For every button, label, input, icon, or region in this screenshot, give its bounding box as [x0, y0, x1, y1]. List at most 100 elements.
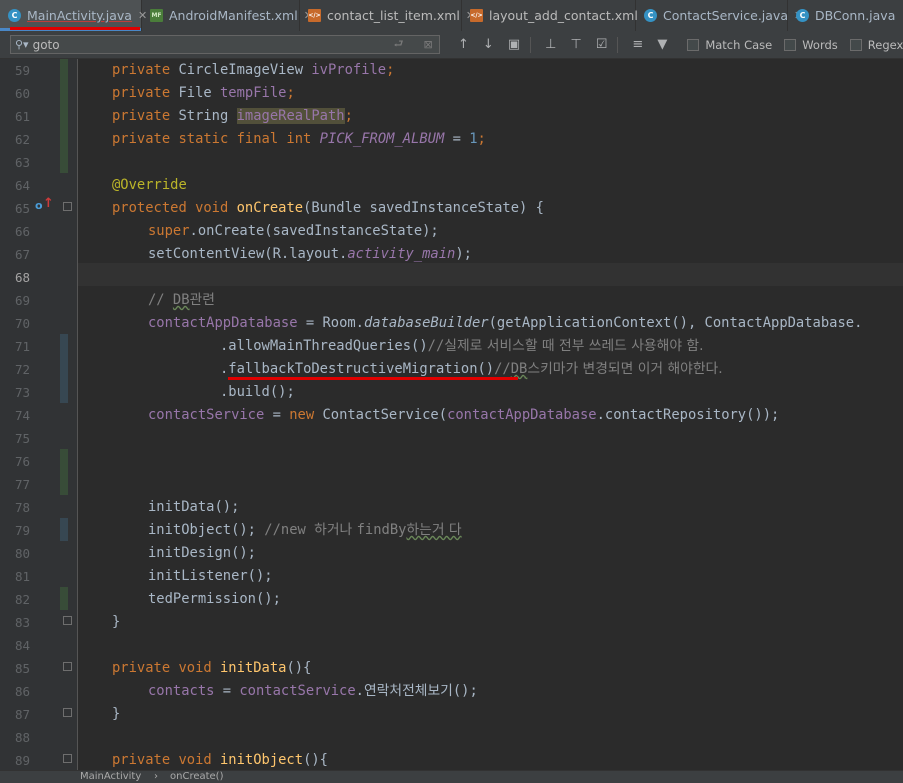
vcs-added-marker: [60, 449, 68, 495]
regex-option[interactable]: Regex: [849, 37, 903, 52]
select-all-occurrences-icon[interactable]: ▣: [508, 37, 520, 52]
manifest-file-icon: MF: [150, 9, 163, 22]
search-box[interactable]: ⚲▾ ⮐ ⊠: [10, 35, 440, 54]
comment-marker: //: [494, 361, 511, 377]
line-number: 79: [14, 523, 30, 538]
go-to-super-arrow-icon[interactable]: ↑: [43, 196, 54, 211]
constant-name: PICK_FROM_ALBUM: [319, 131, 445, 147]
method-name: initObject: [219, 752, 304, 768]
line-number: 68: [14, 270, 30, 285]
semicolon: ;: [477, 131, 486, 147]
words-option[interactable]: Words: [784, 38, 838, 52]
toolbar-separator: [617, 36, 619, 53]
tab-contact-list-item[interactable]: </> contact_list_item.xml ✕: [300, 0, 475, 31]
match-case-label: Match Case: [705, 37, 773, 52]
static-field: activity_main: [347, 246, 456, 262]
method-call: initObject();: [148, 522, 265, 538]
clear-search-icon[interactable]: ⊠: [423, 38, 432, 51]
field-name: contacts: [148, 683, 215, 699]
words-label: Words: [802, 37, 838, 52]
code-end: );: [455, 246, 472, 262]
search-history-icon[interactable]: ≡: [632, 37, 643, 52]
filter-icon[interactable]: ▼: [657, 37, 667, 52]
match-case-checkbox[interactable]: [687, 38, 700, 51]
code-prefix: setContentView(R.layout.: [148, 246, 348, 262]
tab-android-manifest[interactable]: MF AndroidManifest.xml ✕: [142, 0, 313, 31]
line-number: 72: [14, 362, 30, 377]
line-number: 69: [14, 293, 30, 308]
tab-contact-service[interactable]: C ContactService.java ✕: [636, 0, 803, 31]
fold-marker[interactable]: [63, 616, 72, 625]
vcs-added-marker: [60, 59, 68, 173]
tab-dbconn[interactable]: C DBConn.java: [788, 0, 903, 31]
match-case-option[interactable]: Match Case: [687, 38, 772, 52]
line-number: 83: [14, 615, 30, 630]
line-number: 88: [14, 730, 30, 745]
add-selection-icon[interactable]: ⊥: [545, 37, 556, 52]
tab-label: layout_add_contact.xml: [489, 8, 638, 23]
new-line-icon[interactable]: ⮐: [394, 35, 404, 54]
xml-file-icon: </>: [470, 9, 483, 22]
remove-selection-icon[interactable]: ⊤: [570, 37, 581, 52]
regex-checkbox[interactable]: [849, 38, 862, 51]
breadcrumb-class[interactable]: MainActivity: [80, 771, 141, 783]
closing-brace: }: [112, 706, 121, 722]
type-name: CircleImageView: [178, 62, 312, 78]
line-number: 63: [14, 155, 30, 170]
fold-marker[interactable]: [63, 708, 72, 717]
line-number: 62: [14, 132, 30, 147]
fold-marker[interactable]: [63, 202, 72, 211]
field-name: contactService: [148, 407, 265, 423]
keyword: private: [112, 62, 179, 78]
keyword: private: [112, 108, 179, 124]
method-name: initData: [219, 660, 287, 676]
next-occurrence-icon[interactable]: ↓: [483, 37, 494, 52]
find-bar: ⚲▾ ⮐ ⊠ ↑ ↓ ▣ ⊥ ⊤ ☑ ≡ ▼ Match Case Words …: [0, 31, 903, 59]
words-checkbox[interactable]: [784, 38, 797, 51]
override-method-icon[interactable]: o: [35, 199, 43, 212]
line-number: 71: [14, 339, 30, 354]
method-call: tedPermission();: [148, 591, 281, 607]
search-input[interactable]: [32, 37, 388, 52]
type-name: File: [178, 85, 220, 101]
method-call: initData();: [148, 499, 240, 515]
comment-marker: //: [427, 338, 445, 354]
breadcrumb: MainActivity › onCreate(): [0, 770, 903, 783]
breadcrumb-separator: ›: [154, 771, 158, 782]
regex-label: Regex: [867, 37, 903, 52]
line-number: 77: [14, 477, 30, 492]
code-area[interactable]: private CircleImageView ivProfile; priva…: [78, 59, 903, 770]
fold-marker[interactable]: [63, 662, 72, 671]
fold-marker[interactable]: [63, 754, 72, 763]
static-method: databaseBuilder: [363, 315, 489, 331]
class-file-icon: C: [8, 9, 21, 22]
search-icon[interactable]: ⚲▾: [15, 38, 29, 51]
line-number: 66: [14, 224, 30, 239]
field-name: contactService: [239, 683, 356, 699]
line-number-gutter: o ↑ 59 60 61 62 63 64 65 66 67 68 69 70 …: [0, 59, 78, 770]
keyword: super: [148, 223, 190, 239]
code-rest: .contactRepository());: [596, 407, 780, 423]
comment-marker: //: [148, 292, 173, 308]
select-all-icon[interactable]: ☑: [596, 37, 608, 52]
method-call: initDesign();: [148, 545, 256, 561]
previous-occurrence-icon[interactable]: ↑: [458, 37, 469, 52]
method-name: onCreate: [236, 200, 304, 216]
line-number: 84: [14, 638, 30, 653]
line-number: 82: [14, 592, 30, 607]
comment-korean: 관련: [189, 292, 215, 308]
vcs-modified-marker: [60, 334, 68, 403]
line-number: 70: [14, 316, 30, 331]
keyword: private: [112, 85, 179, 101]
line-number: 76: [14, 454, 30, 469]
tab-label: contact_list_item.xml: [327, 8, 460, 23]
tab-layout-add-contact[interactable]: </> layout_add_contact.xml ✕: [462, 0, 653, 31]
method-call: .allowMainThreadQueries(): [220, 338, 428, 354]
line-number: 89: [14, 753, 30, 768]
number-literal: 1: [469, 131, 478, 147]
semicolon: ;: [386, 62, 395, 78]
breadcrumb-method[interactable]: onCreate(): [170, 771, 224, 783]
vcs-modified-marker: [60, 518, 68, 541]
code-editor[interactable]: o ↑ 59 60 61 62 63 64 65 66 67 68 69 70 …: [0, 59, 903, 770]
method-call: initListener();: [148, 568, 273, 584]
